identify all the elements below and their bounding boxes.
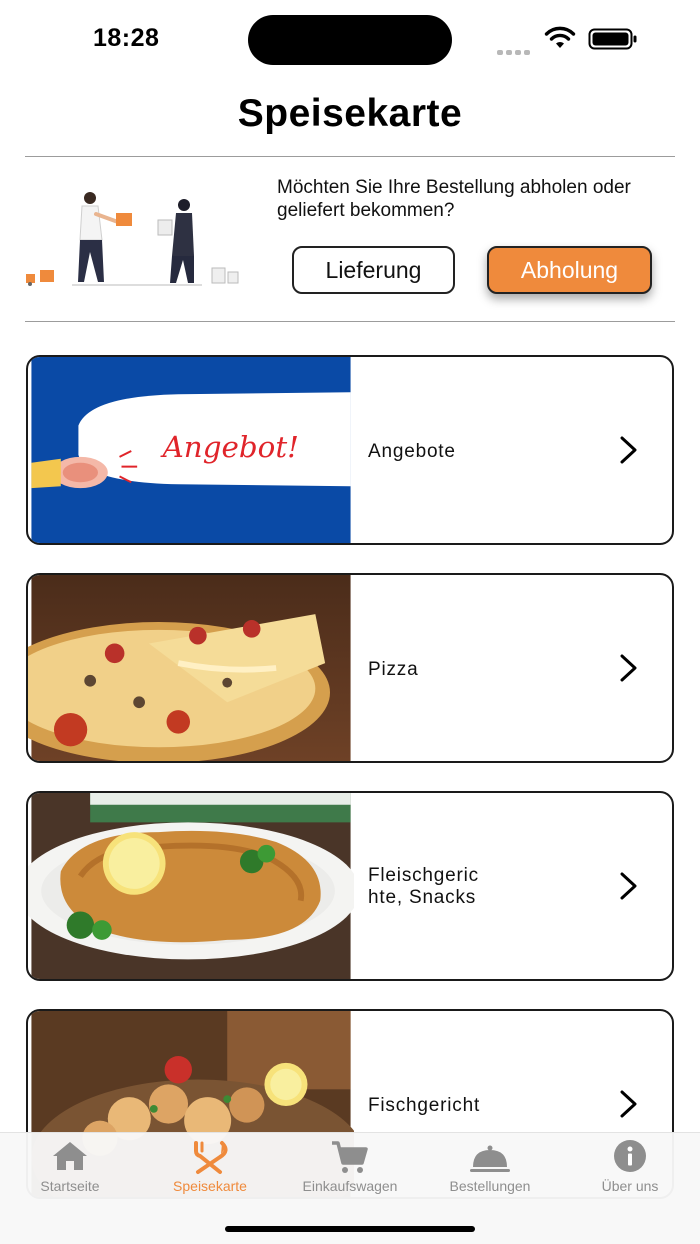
- angebote-image-text: Angebot!: [160, 430, 299, 464]
- chevron-right-icon: [620, 654, 637, 682]
- chevron-right-icon: [620, 872, 637, 900]
- tab-ueber-uns[interactable]: Über uns: [560, 1133, 700, 1203]
- cart-icon: [332, 1141, 368, 1173]
- category-label: Angebote: [368, 441, 456, 462]
- tab-label: Bestellungen: [449, 1178, 531, 1194]
- tab-startseite[interactable]: Startseite: [0, 1133, 140, 1203]
- category-label: Fleischgeric hte, Snacks: [368, 865, 479, 908]
- battery-icon: [588, 28, 637, 50]
- tab-label: Speisekarte: [173, 1178, 247, 1194]
- choice-divider: [25, 321, 675, 322]
- home-indicator: [225, 1226, 475, 1232]
- chevron-right-icon: [620, 1090, 637, 1118]
- schnitzel-image: [28, 793, 354, 979]
- dynamic-island: [248, 15, 452, 65]
- category-label: Fischgericht: [368, 1095, 481, 1116]
- wifi-icon: [544, 26, 576, 48]
- delivery-illustration: [26, 192, 239, 286]
- category-card-fleischgerichte[interactable]: Fleischgeric hte, Snacks: [26, 791, 674, 981]
- info-icon: [614, 1140, 646, 1172]
- category-card-angebote[interactable]: Angebot! Angebote: [26, 355, 674, 545]
- tab-label: Startseite: [40, 1178, 100, 1194]
- category-card-pizza[interactable]: Pizza: [26, 573, 674, 763]
- delivery-button[interactable]: Lieferung: [292, 246, 455, 294]
- order-type-question: Möchten Sie Ihre Bestellung abholen oder…: [277, 177, 631, 221]
- tab-einkaufswagen[interactable]: Einkaufswagen: [280, 1133, 420, 1203]
- cellular-signal-icon: [497, 37, 533, 55]
- pizza-image: [28, 575, 351, 761]
- status-bar: 18:28: [0, 0, 700, 80]
- tab-speisekarte[interactable]: Speisekarte: [140, 1133, 280, 1203]
- chevron-right-icon: [620, 436, 637, 464]
- pickup-button[interactable]: Abholung: [487, 246, 652, 294]
- header-divider: [25, 156, 675, 157]
- category-label: Pizza: [368, 659, 419, 680]
- home-icon: [53, 1142, 87, 1170]
- status-time: 18:28: [93, 24, 160, 52]
- angebote-image: Angebot!: [31, 357, 351, 543]
- fork-knife-icon: [194, 1141, 228, 1174]
- page-title: Speisekarte: [237, 92, 463, 135]
- tab-label: Einkaufswagen: [302, 1178, 398, 1194]
- tab-bestellungen[interactable]: Bestellungen: [420, 1133, 560, 1203]
- tab-label: Über uns: [601, 1178, 659, 1194]
- cloche-icon: [470, 1145, 510, 1172]
